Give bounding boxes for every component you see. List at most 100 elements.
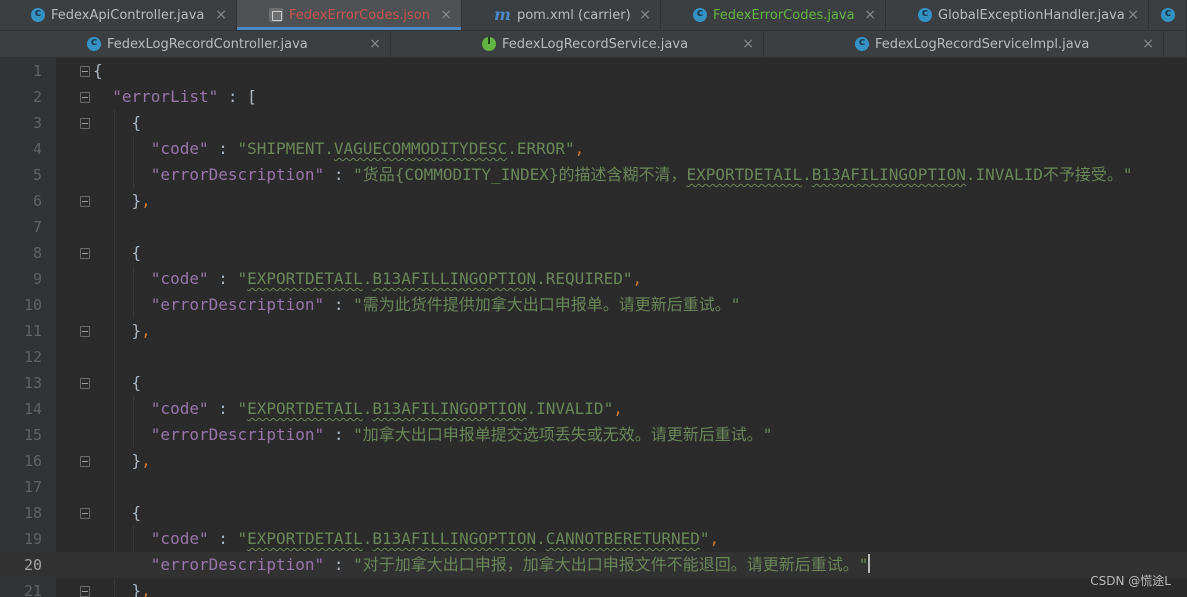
close-icon[interactable]: ×: [639, 8, 651, 22]
tab-globalexceptionhandler-java[interactable]: GlobalExceptionHandler.java×: [886, 0, 1149, 30]
code-line[interactable]: 16 },: [0, 448, 1187, 474]
code-line[interactable]: 9 "code" : "EXPORTDETAIL.B13AFILLINGOPTI…: [0, 266, 1187, 292]
token-str: .: [362, 399, 373, 418]
token-str: .: [362, 269, 373, 288]
line-number: 6: [32, 192, 42, 210]
code-line[interactable]: 6 },: [0, 188, 1187, 214]
fold-toggle-icon[interactable]: [80, 586, 90, 597]
line-text: "code" : "SHIPMENT.VAGUECOMMODITYDESC.ER…: [93, 136, 585, 162]
code-lines[interactable]: 1{2 "errorList" : [3 {4 "code" : "SHIPME…: [0, 58, 1187, 597]
code-line[interactable]: 7: [0, 214, 1187, 240]
fold-toggle-icon[interactable]: [80, 248, 90, 259]
watermark: CSDN @慌途L: [1090, 574, 1171, 588]
fold-toggle-icon[interactable]: [80, 66, 90, 77]
token-stru: EXPORTDETAIL: [247, 399, 363, 418]
token-brace: :: [208, 399, 238, 418]
tab-fedexerrorcodes-java[interactable]: FedexErrorCodes.java ×: [661, 0, 886, 30]
token-punc: ,: [141, 451, 151, 470]
line-text: },: [93, 318, 151, 344]
code-line[interactable]: 13 {: [0, 370, 1187, 396]
token-str: ": [237, 399, 248, 418]
java-class-icon: [918, 6, 932, 22]
token-str: .: [362, 529, 373, 548]
code-line[interactable]: 3 {: [0, 110, 1187, 136]
tab-fedexlogrecordcontroller-java[interactable]: FedexLogRecordController.java ×: [0, 31, 391, 57]
close-icon[interactable]: ×: [369, 37, 381, 51]
tab-overflow[interactable]: [1164, 31, 1187, 57]
token-punc: ,: [632, 269, 643, 288]
close-icon[interactable]: ×: [864, 8, 876, 22]
token-str: "需为此货件提供加拿大出口申报单。请更新后重试。": [353, 295, 741, 314]
maven-icon: m: [494, 5, 511, 24]
token-stru: EXPORTDETAIL: [247, 529, 363, 548]
code-line[interactable]: 20 "errorDescription" : "对于加拿大出口申报，加拿大出口…: [0, 552, 1187, 578]
tab-label: FedexLogRecordServiceImpl.java: [875, 36, 1090, 52]
code-line[interactable]: 14 "code" : "EXPORTDETAIL.B13AFILINGOPTI…: [0, 396, 1187, 422]
tab-fedexapicontroller-java[interactable]: FedexApiController.java ×: [0, 0, 237, 30]
json-file-icon: [269, 8, 283, 22]
close-icon[interactable]: ×: [440, 8, 452, 22]
token-brace: }: [131, 191, 142, 210]
token-brace: :: [324, 425, 354, 444]
fold-toggle-icon[interactable]: [80, 118, 90, 129]
code-line[interactable]: 10 "errorDescription" : "需为此货件提供加拿大出口申报单…: [0, 292, 1187, 318]
tab-overflow[interactable]: [1149, 0, 1187, 30]
line-text: {: [93, 500, 142, 526]
java-class-icon: [855, 35, 869, 51]
tab-label: FedexErrorCodes.json: [289, 7, 430, 23]
line-number: 11: [23, 322, 42, 340]
code-line[interactable]: 5 "errorDescription" : "货品{COMMODITY_IND…: [0, 162, 1187, 188]
tab-pom-xml-carrier[interactable]: m pom.xml (carrier) ×: [462, 0, 661, 30]
token-brace: :: [208, 529, 238, 548]
tab-fedexerrorcodes-json[interactable]: FedexErrorCodes.json ×: [237, 0, 462, 30]
code-line[interactable]: 1{: [0, 58, 1187, 84]
close-icon[interactable]: ×: [1127, 8, 1139, 22]
line-number: 7: [32, 218, 42, 236]
fold-toggle-icon[interactable]: [80, 456, 90, 467]
tab-label: GlobalExceptionHandler.java: [938, 7, 1125, 23]
token-str: "货品{COMMODITY_INDEX}的描述含糊不清，: [353, 165, 687, 184]
line-number: 13: [23, 374, 42, 392]
code-line[interactable]: 12: [0, 344, 1187, 370]
tab-fedexlogrecordservice-java[interactable]: FedexLogRecordService.java ×: [391, 31, 764, 57]
code-line[interactable]: 19 "code" : "EXPORTDETAIL.B13AFILLINGOPT…: [0, 526, 1187, 552]
fold-toggle-icon[interactable]: [80, 508, 90, 519]
line-text: {: [93, 240, 142, 266]
token-punc: ,: [613, 399, 623, 418]
close-icon[interactable]: ×: [1142, 37, 1154, 51]
line-number: 1: [32, 62, 42, 80]
token-brace: :: [218, 87, 248, 106]
code-line[interactable]: 2 "errorList" : [: [0, 84, 1187, 110]
token-brace: [: [247, 87, 257, 106]
token-str: .: [536, 529, 546, 548]
token-key: "errorDescription": [150, 295, 325, 314]
code-line[interactable]: 8 {: [0, 240, 1187, 266]
fold-toggle-icon[interactable]: [80, 326, 90, 337]
code-line[interactable]: 15 "errorDescription" : "加拿大出口申报单提交选项丢失或…: [0, 422, 1187, 448]
code-line[interactable]: 21 },: [0, 578, 1187, 597]
line-number: 10: [23, 296, 42, 314]
token-stru: B13AFILLINGOPTION: [372, 529, 537, 548]
token-brace: {: [131, 113, 142, 132]
code-editor[interactable]: 1{2 "errorList" : [3 {4 "code" : "SHIPME…: [0, 58, 1187, 597]
line-text: {: [93, 370, 142, 396]
token-str: .INVALID": [526, 399, 614, 418]
tab-fedexlogrecordserviceimpl-java[interactable]: FedexLogRecordServiceImpl.java ×: [764, 31, 1164, 57]
code-line[interactable]: 11 },: [0, 318, 1187, 344]
java-class-icon: [693, 6, 707, 22]
code-line[interactable]: 17: [0, 474, 1187, 500]
code-line[interactable]: 18 {: [0, 500, 1187, 526]
code-line[interactable]: 4 "code" : "SHIPMENT.VAGUECOMMODITYDESC.…: [0, 136, 1187, 162]
tab-label: FedexErrorCodes.java: [713, 7, 855, 23]
close-icon[interactable]: ×: [742, 37, 754, 51]
line-text: "errorList" : [: [93, 84, 257, 110]
close-icon[interactable]: ×: [215, 8, 227, 22]
fold-toggle-icon[interactable]: [80, 196, 90, 207]
token-key: "code": [150, 269, 209, 288]
fold-toggle-icon[interactable]: [80, 92, 90, 103]
token-key: "errorDescription": [150, 165, 325, 184]
fold-toggle-icon[interactable]: [80, 378, 90, 389]
token-str: "SHIPMENT.: [237, 139, 334, 158]
token-stru: B13AFILINGOPTION: [372, 399, 527, 418]
token-brace: :: [324, 165, 354, 184]
